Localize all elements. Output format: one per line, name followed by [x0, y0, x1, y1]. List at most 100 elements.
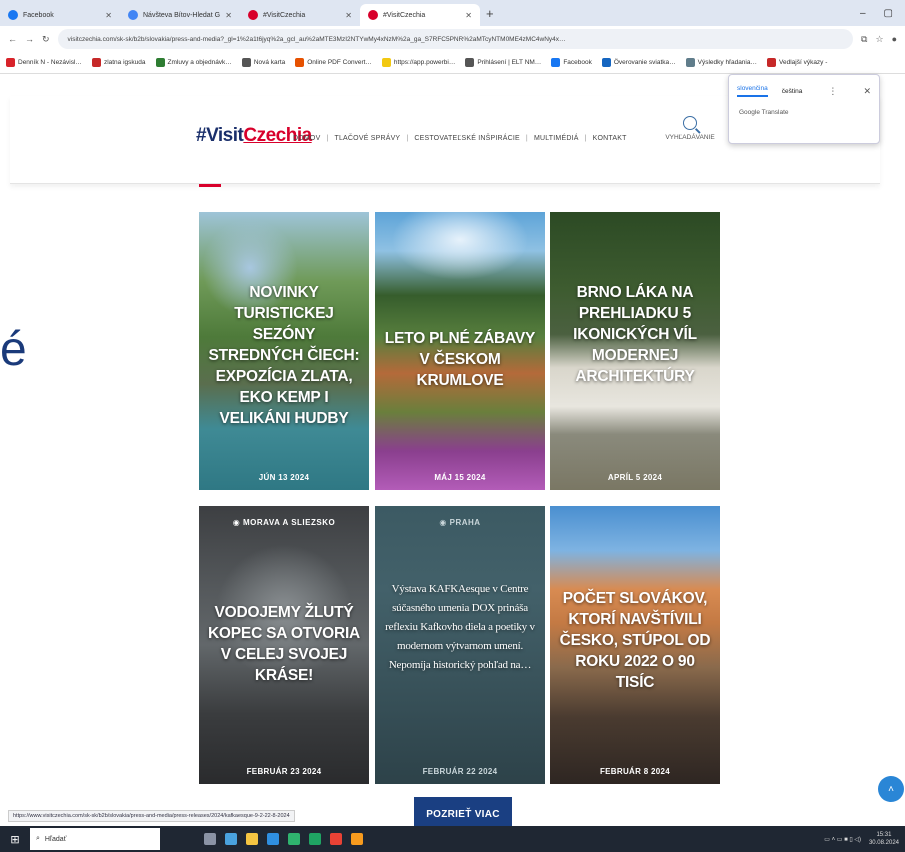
card-date: FEBRUÁR 8 2024 — [599, 767, 670, 776]
bookmark-item[interactable]: Vedlajší výkazy - — [767, 58, 827, 67]
scroll-top-button[interactable]: ˄ — [878, 776, 904, 802]
tab-visitczechia-active[interactable]: #VisitCzechia ✕ — [360, 4, 480, 26]
maximize-icon[interactable]: ▢ — [884, 8, 893, 19]
nav-separator: | — [406, 135, 409, 142]
browser-tab-bar: Facebook ✕ Návšteva Bítov-Hledat G ✕ #Vi… — [0, 0, 905, 26]
news-card[interactable]: BRNO LÁKA NA PREHLIADKU 5 IKONICKÝCH VÍL… — [550, 212, 720, 490]
tab-label: Facebook — [23, 11, 54, 19]
visitczechia-icon — [368, 10, 378, 20]
site-search[interactable]: VYHĽADÁVANIE — [658, 116, 722, 141]
profile-icon[interactable]: ● — [892, 34, 897, 44]
card-location: ◉ MORAVA A SLIEZSKO — [232, 518, 336, 527]
bookmark-label: Vedlajší výkazy - — [779, 59, 828, 66]
nav-home[interactable]: DOMOV — [293, 135, 320, 142]
bookmark-label: Denník N - Nezávisl… — [18, 59, 82, 66]
bookmark-icon — [551, 58, 561, 67]
bookmark-label: Zmluvy a objednávk… — [167, 59, 232, 66]
news-card[interactable]: ◉ PRAHA Výstava KAFKAesque v Centre súča… — [375, 506, 545, 784]
url-field[interactable]: visitczechia.com/sk-sk/b2b/slovakia/pres… — [57, 29, 854, 49]
task-view-icon[interactable] — [204, 833, 216, 845]
bookmark-item[interactable]: Online PDF Convert… — [295, 58, 372, 67]
news-card[interactable]: ◉ MORAVA A SLIEZSKO VODOJEMY ŽLUTÝ KOPEC… — [199, 506, 369, 784]
bookmark-icon — [241, 58, 251, 67]
status-bar-url: https://www.visitczechia.com/sk-sk/b2b/s… — [8, 810, 295, 822]
search-label: VYHĽADÁVANIE — [665, 134, 715, 141]
card-title: VODOJEMY ŽLUTÝ KOPEC SA OTVORIA V CELEJ … — [207, 604, 361, 684]
google-icon — [128, 10, 138, 20]
taskbar-search[interactable]: ⌕ Hľadať — [30, 828, 160, 850]
tray-icons[interactable]: ▭ ˄ ▭ ■ ▯ ◁) — [824, 836, 861, 843]
bookmark-item[interactable]: zlatna igskuda — [91, 58, 146, 67]
tab-google-search[interactable]: Návšteva Bítov-Hledat G ✕ — [120, 4, 240, 26]
address-bar-row: ← → ↻ visitczechia.com/sk-sk/b2b/slovaki… — [0, 26, 905, 52]
card-title: LETO PLNÉ ZÁBAVY V ČESKOM KRUMLOVE — [384, 330, 536, 389]
windows-start-icon[interactable]: ⊞ — [0, 826, 30, 852]
translate-source-language[interactable]: slovenčina — [737, 85, 768, 97]
close-tab-icon[interactable]: ✕ — [225, 11, 232, 20]
reload-icon[interactable]: ↻ — [42, 34, 50, 45]
taskbar-apps — [204, 833, 363, 845]
news-card[interactable]: POČET SLOVÁKOV, KTORÍ NAVŠTÍVILI ČESKO, … — [550, 506, 720, 784]
bookmark-label: Nová karta — [253, 59, 286, 66]
bookmark-icon — [685, 58, 695, 67]
tab-facebook[interactable]: Facebook ✕ — [0, 4, 120, 26]
nav-multimedia[interactable]: MULTIMÉDIÁ — [534, 135, 579, 142]
tab-visitczechia-1[interactable]: #VisitCzechia ✕ — [240, 4, 360, 26]
tab-label: #VisitCzechia — [263, 11, 306, 19]
translate-icon[interactable]: ⧉ — [861, 34, 867, 45]
location-label: MORAVA A SLIEZSKO — [243, 518, 336, 527]
close-tab-icon[interactable]: ✕ — [105, 11, 112, 20]
nav-press-releases[interactable]: TLAČOVÉ SPRÁVY — [334, 135, 400, 142]
bookmark-item[interactable]: Prihlásení | ELT NM… — [465, 58, 541, 67]
card-title: NOVINKY TURISTICKEJ SEZÓNY STREDNÝCH ČIE… — [208, 284, 360, 427]
news-card[interactable]: NOVINKY TURISTICKEJ SEZÓNY STREDNÝCH ČIE… — [199, 212, 369, 490]
bookmark-icon — [381, 58, 391, 67]
firefox-icon[interactable] — [351, 833, 363, 845]
app-icon[interactable] — [309, 833, 321, 845]
bookmark-item[interactable]: Zmluvy a objednávk… — [155, 58, 232, 67]
minimize-icon[interactable]: – — [860, 8, 866, 19]
visitczechia-icon — [248, 10, 258, 20]
location-label: PRAHA — [449, 518, 481, 527]
chrome-icon[interactable] — [330, 833, 342, 845]
translate-footer: Google Translate — [739, 109, 789, 116]
forward-icon[interactable]: → — [25, 34, 34, 44]
file-explorer-icon[interactable] — [246, 833, 258, 845]
bookmark-item[interactable]: https://app.powerbi… — [381, 58, 455, 67]
close-tab-icon[interactable]: ✕ — [345, 11, 352, 20]
logo-hash: #Visit — [196, 125, 244, 146]
bookmark-icon — [295, 58, 305, 67]
nav-separator: | — [584, 135, 587, 142]
card-date: APRÍL 5 2024 — [607, 473, 663, 482]
bookmark-item[interactable]: Facebook — [551, 58, 592, 67]
translate-target-language[interactable]: čeština — [782, 88, 803, 95]
bookmark-item[interactable]: Nová karta — [241, 58, 286, 67]
store-icon[interactable] — [267, 833, 279, 845]
bookmark-icon — [601, 58, 611, 67]
card-date: JÚN 13 2024 — [258, 473, 310, 482]
clock[interactable]: 15:31 30.08.2024 — [869, 831, 899, 847]
back-icon[interactable]: ← — [8, 34, 17, 44]
nav-travel-inspiration[interactable]: CESTOVATEĽSKÉ INŠPIRÁCIE — [414, 135, 520, 142]
bookmark-label: Facebook — [563, 59, 592, 66]
bookmark-item[interactable]: Denník N - Nezávisl… — [6, 58, 82, 67]
card-title: POČET SLOVÁKOV, KTORÍ NAVŠTÍVILI ČESKO, … — [559, 590, 711, 691]
edge-icon[interactable] — [288, 833, 300, 845]
more-options-icon[interactable]: ⋮ — [828, 86, 837, 97]
nav-contact[interactable]: KONTAKT — [593, 135, 627, 142]
new-tab-button[interactable]: + — [486, 6, 494, 21]
bookmark-label: Överovanie sviatka… — [613, 59, 676, 66]
close-icon[interactable]: ✕ — [863, 86, 871, 97]
close-tab-icon[interactable]: ✕ — [465, 11, 472, 20]
news-card[interactable]: LETO PLNÉ ZÁBAVY V ČESKOM KRUMLOVE MÁJ 1… — [375, 212, 545, 490]
partial-heading-glyph: é — [0, 323, 27, 376]
bookmark-label: zlatna igskuda — [103, 59, 146, 66]
bookmark-item[interactable]: Výsledky hľadania… — [685, 58, 757, 67]
bookmark-item[interactable]: Överovanie sviatka… — [601, 58, 676, 67]
star-icon[interactable]: ☆ — [875, 34, 883, 45]
card-date: MÁJ 15 2024 — [434, 473, 486, 482]
tab-label: Návšteva Bítov-Hledat G — [143, 11, 221, 19]
teams-icon[interactable] — [225, 833, 237, 845]
window-controls: – ▢ — [860, 8, 905, 19]
url-text: visitczechia.com/sk-sk/b2b/slovakia/pres… — [67, 35, 566, 43]
